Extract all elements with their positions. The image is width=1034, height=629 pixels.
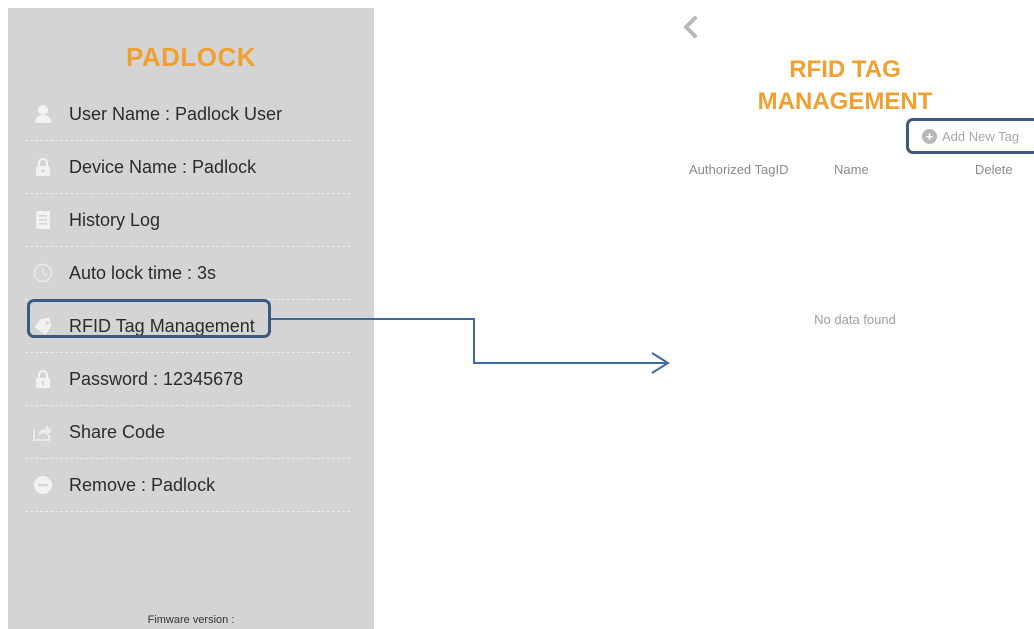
clock-icon (33, 262, 53, 284)
menu-item-password[interactable]: Password : 12345678 (25, 353, 350, 406)
user-icon (33, 103, 53, 125)
minus-circle-icon (33, 474, 53, 496)
menu-item-device-name[interactable]: Device Name : Padlock (25, 141, 350, 194)
menu-item-label: Share Code (69, 421, 166, 442)
padlock-icon (33, 156, 53, 178)
menu-item-user-name[interactable]: User Name : Padlock User (25, 88, 350, 141)
document-icon (33, 209, 53, 231)
menu-item-label: Password : 12345678 (69, 368, 244, 389)
column-header-name: Name (834, 162, 869, 177)
lock-icon (33, 368, 53, 390)
column-header-delete: Delete (975, 162, 1013, 177)
screen-title-line-1: RFID TAG (789, 56, 901, 83)
empty-state-message: No data found (814, 312, 896, 327)
menu-item-remove-device[interactable]: Remove : Padlock (25, 459, 350, 512)
add-new-tag-label: Add New Tag (942, 128, 1020, 144)
plus-circle-icon: + (922, 128, 937, 144)
menu-item-label: Device Name : Padlock (69, 156, 257, 177)
screen-title-line-2: MANAGEMENT (757, 88, 933, 115)
firmware-version-label: Fimware version : (147, 614, 235, 626)
rfid-menu-highlight (27, 299, 271, 338)
menu-item-label: User Name : Padlock User (69, 103, 283, 124)
column-header-tag-id: Authorized TagID (689, 162, 789, 177)
menu-item-history-log[interactable]: History Log (25, 194, 350, 247)
menu-item-label: Auto lock time : 3s (69, 262, 217, 283)
back-chevron-icon[interactable] (680, 14, 702, 40)
share-icon (33, 421, 53, 443)
add-new-tag-button[interactable]: + Add New Tag (922, 126, 1019, 146)
panel-title: PADLOCK (125, 42, 257, 72)
menu-item-auto-lock-time[interactable]: Auto lock time : 3s (25, 247, 350, 300)
menu-item-share-code[interactable]: Share Code (25, 406, 350, 459)
menu-item-label: History Log (69, 209, 161, 230)
screen-title: RFID TAG MANAGEMENT (730, 54, 960, 118)
menu-item-label: Remove : Padlock (69, 474, 216, 495)
